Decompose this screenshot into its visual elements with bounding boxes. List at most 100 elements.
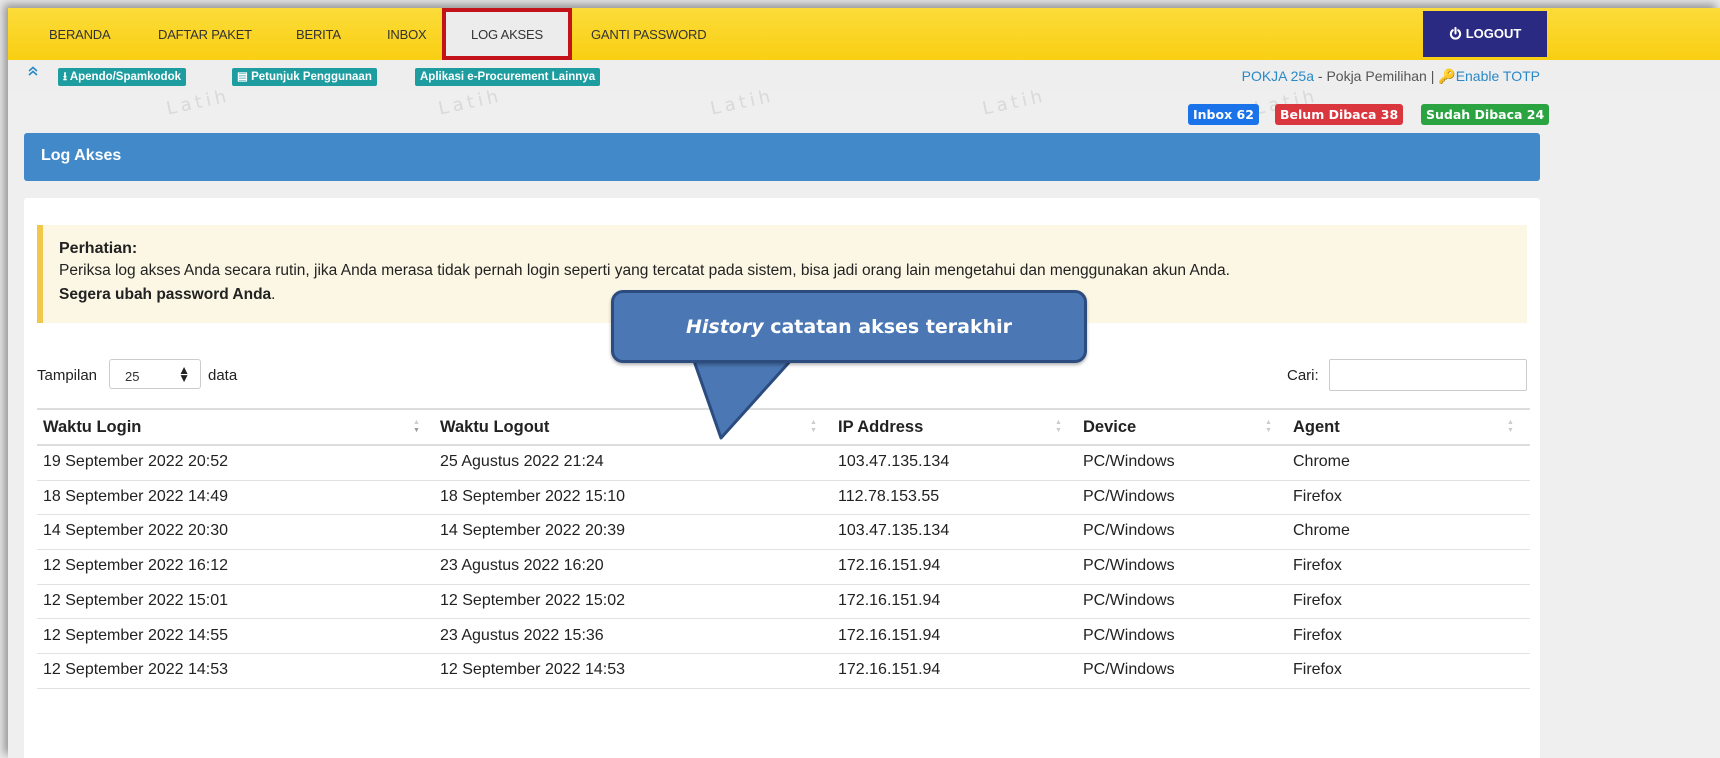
cell-agent: Firefox [1293, 626, 1342, 644]
updown-icon: ▲ ▼ [178, 363, 190, 385]
nav-berita[interactable]: BERITA [296, 8, 341, 60]
watermark: Latih [708, 85, 777, 120]
show-suffix: data [208, 367, 238, 384]
user-role: - Pokja Pemilihan | [1314, 68, 1439, 84]
alert-title: Perhatian: [59, 240, 138, 257]
cell-agent: Firefox [1293, 557, 1342, 575]
cell-login: 12 September 2022 14:53 [43, 661, 229, 679]
sub-toolbar: ⭳ Apendo/Spamkodok ▤ Petunjuk Penggunaan… [8, 60, 1720, 90]
table-row: 12 September 2022 14:55 23 Agustus 2022 … [37, 620, 1530, 655]
table-row: 12 September 2022 14:53 12 September 202… [37, 654, 1530, 689]
nav-beranda[interactable]: BERANDA [49, 8, 111, 60]
panel-header: Log Akses [24, 133, 1540, 181]
table-row: 14 September 2022 20:30 14 September 202… [37, 515, 1530, 551]
book-icon: ▤ [237, 71, 248, 83]
cell-ip: 103.47.135.134 [838, 453, 950, 470]
collapse-chevron-up-icon[interactable] [28, 66, 38, 79]
logout-label: LOGOUT [1465, 26, 1522, 41]
callout-text: History catatan akses terakhir [614, 316, 1084, 338]
callout-pointer [691, 358, 795, 440]
eproc-apps-button[interactable]: Aplikasi e-Procurement Lainnya [415, 68, 601, 86]
callout-italic: History [685, 316, 764, 338]
cell-device: PC/Windows [1083, 626, 1175, 644]
sort-icon[interactable]: ▲ ▼ [1055, 419, 1063, 437]
cell-ip: 103.47.135.134 [838, 522, 950, 540]
cell-agent: Firefox [1293, 487, 1342, 505]
cell-device: PC/Windows [1083, 661, 1175, 679]
top-navbar: BERANDA DAFTAR PAKET BERITA INBOX LOG AK… [8, 8, 1720, 60]
watermark: Latih [980, 85, 1049, 120]
page-length-value: 25 [125, 369, 140, 384]
col-agent[interactable]: Agent [1293, 418, 1340, 437]
table-row: 12 September 2022 16:12 23 Agustus 2022 … [37, 550, 1530, 585]
table-row: 18 September 2022 14:49 18 September 202… [37, 481, 1530, 516]
cell-ip: 172.16.151.94 [838, 591, 941, 609]
petunjuk-button[interactable]: ▤ Petunjuk Penggunaan [232, 68, 377, 86]
page-length-select[interactable]: 25 ▲ ▼ [109, 359, 201, 389]
cell-ip: 172.16.151.94 [838, 626, 941, 644]
user-info: POKJA 25a - Pokja Pemilihan | 🔑Enable TO… [1242, 68, 1540, 85]
unread-count-badge[interactable]: Belum Dibaca 38 [1275, 104, 1404, 125]
sort-icon[interactable]: ▲ ▼ [1265, 419, 1273, 437]
search-input[interactable] [1329, 359, 1527, 391]
panel-title: Log Akses [41, 147, 122, 164]
cell-ip: 172.16.151.94 [838, 661, 941, 679]
alert-text: Periksa log akses Anda secara rutin, jik… [59, 262, 1230, 279]
callout-box: History catatan akses terakhir [611, 290, 1087, 363]
cell-agent: Chrome [1293, 453, 1350, 470]
cell-device: PC/Windows [1083, 557, 1175, 575]
callout-rest: catatan akses terakhir [763, 316, 1013, 338]
enable-totp-link[interactable]: Enable TOTP [1456, 68, 1540, 84]
nav-ganti-password[interactable]: GANTI PASSWORD [591, 8, 707, 60]
sort-icon[interactable]: ▲ ▼ [1507, 419, 1515, 437]
table-row: 19 September 2022 20:52 25 Agustus 2022 … [37, 446, 1530, 481]
col-ip-address[interactable]: IP Address [838, 418, 923, 437]
download-icon: ⭳ [63, 71, 68, 83]
cell-login: 12 September 2022 15:01 [43, 591, 229, 609]
cell-logout: 25 Agustus 2022 21:24 [440, 453, 604, 470]
apendo-button[interactable]: ⭳ Apendo/Spamkodok [58, 68, 186, 86]
inbox-count-badge[interactable]: Inbox 62 [1188, 104, 1259, 125]
cell-device: PC/Windows [1083, 591, 1175, 609]
nav-daftar-paket[interactable]: DAFTAR PAKET [158, 8, 252, 60]
app-window: Latih Latih Latih Latih Latih BERANDA DA… [8, 8, 1720, 758]
read-count-badge[interactable]: Sudah Dibaca 24 [1421, 104, 1550, 125]
show-label: Tampilan [37, 367, 98, 384]
search-label: Cari: [1287, 367, 1319, 384]
cell-device: PC/Windows [1083, 453, 1175, 470]
cell-login: 14 September 2022 20:30 [43, 522, 229, 540]
cell-logout: 23 Agustus 2022 15:36 [440, 626, 604, 644]
cell-agent: Firefox [1293, 591, 1342, 609]
col-waktu-logout[interactable]: Waktu Logout [440, 418, 549, 437]
power-icon [1449, 11, 1462, 57]
user-name-link[interactable]: POKJA 25a [1242, 68, 1314, 84]
cell-logout: 23 Agustus 2022 16:20 [440, 557, 604, 575]
cell-logout: 14 September 2022 20:39 [440, 522, 626, 540]
col-waktu-login[interactable]: Waktu Login [43, 418, 141, 437]
cell-device: PC/Windows [1083, 522, 1175, 540]
key-icon: 🔑 [1438, 68, 1456, 84]
alert-strong-suffix: . [271, 286, 276, 303]
alert-action: Segera ubah password Anda. [59, 286, 275, 304]
watermark: Latih [164, 85, 233, 120]
nav-log-akses[interactable]: LOG AKSES [442, 8, 572, 60]
cell-login: 12 September 2022 16:12 [43, 557, 229, 575]
logout-button[interactable]: LOGOUT [1423, 11, 1547, 57]
cell-device: PC/Windows [1083, 487, 1175, 505]
cell-logout: 18 September 2022 15:10 [440, 487, 626, 505]
cell-login: 19 September 2022 20:52 [43, 453, 229, 470]
cell-ip: 112.78.153.55 [838, 487, 940, 505]
cell-login: 12 September 2022 14:55 [43, 626, 229, 644]
watermark: Latih [436, 85, 505, 120]
cell-agent: Chrome [1293, 522, 1350, 540]
col-device[interactable]: Device [1083, 418, 1136, 437]
nav-inbox[interactable]: INBOX [387, 8, 427, 60]
screenshot-frame: Latih Latih Latih Latih Latih BERANDA DA… [0, 0, 1720, 758]
cell-logout: 12 September 2022 15:02 [440, 591, 626, 609]
eproc-label: Aplikasi e-Procurement Lainnya [420, 71, 596, 83]
sort-icon[interactable]: ▲ ▼ [413, 419, 421, 437]
alert-strong-text: Segera ubah password Anda [59, 286, 272, 303]
cell-ip: 172.16.151.94 [838, 557, 941, 575]
cell-logout: 12 September 2022 14:53 [440, 661, 626, 679]
apendo-label: Apendo/Spamkodok [69, 71, 181, 83]
